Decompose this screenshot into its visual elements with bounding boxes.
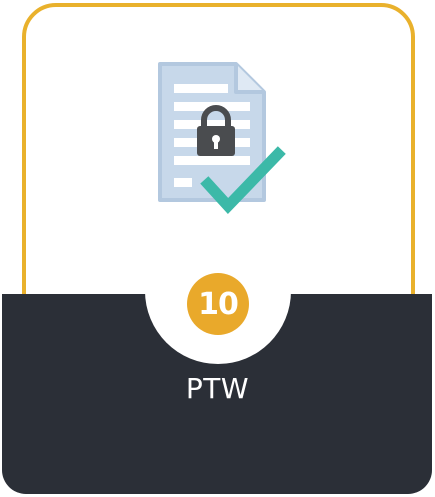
card-title: PTW [185, 372, 250, 405]
locked-document-checkmark-icon [152, 62, 286, 222]
number-badge: 10 [187, 273, 249, 335]
